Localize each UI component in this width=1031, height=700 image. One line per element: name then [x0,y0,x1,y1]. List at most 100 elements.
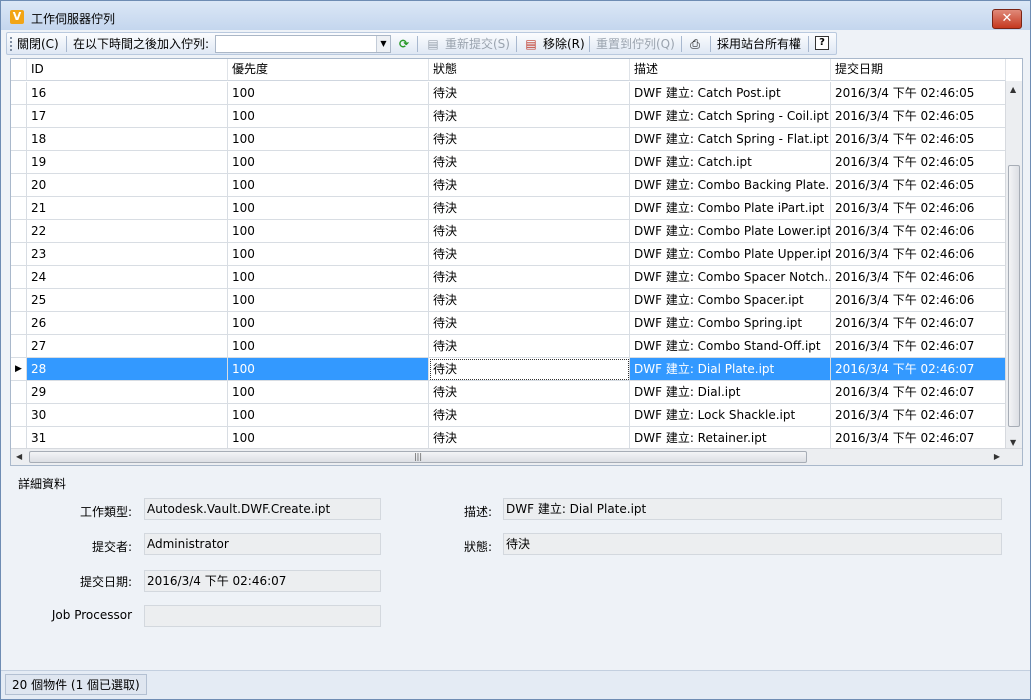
table-cell[interactable]: 待決 [429,151,630,174]
table-cell[interactable]: 待決 [429,105,630,128]
table-row[interactable]: 19 100 待決 DWF 建立: Catch.ipt 2016/3/4 下午 02:4… [11,151,1006,174]
table-row[interactable]: 20 100 待決 DWF 建立: Combo Backing Plate.... 20… [11,174,1006,197]
table-cell[interactable]: DWF 建立: Catch.ipt [630,151,831,174]
table-cell[interactable]: 20 [27,174,228,197]
table-cell[interactable]: 2016/3/4 下午 02:46:07 [831,381,1006,404]
table-row[interactable]: 26 100 待決 DWF 建立: Combo Spring.ipt 2016/3/4 … [11,312,1006,335]
table-row[interactable]: 30 100 待決 DWF 建立: Lock Shackle.ipt 2016/3/4 … [11,404,1006,427]
table-cell[interactable]: 2016/3/4 下午 02:46:07 [831,335,1006,358]
scroll-up-icon[interactable]: ▲ [1010,85,1016,94]
column-header-submit-date[interactable]: 提交日期 [831,59,1006,81]
table-cell[interactable]: 待決 [429,289,630,312]
table-cell[interactable]: DWF 建立: Lock Shackle.ipt [630,404,831,427]
table-cell[interactable]: DWF 建立: Catch Spring - Flat.ipt [630,128,831,151]
table-cell[interactable]: 100 [228,105,429,128]
row-header[interactable] [11,427,27,450]
table-cell[interactable]: DWF 建立: Combo Spacer Notch.... [630,266,831,289]
table-cell[interactable]: 2016/3/4 下午 02:46:06 [831,197,1006,220]
toolbar-grip[interactable] [10,37,13,51]
table-row[interactable]: ▶ 28 100 待決 DWF 建立: Dial Plate.ipt 2016/3/4 下… [11,358,1006,381]
table-row[interactable]: 29 100 待決 DWF 建立: Dial.ipt 2016/3/4 下午 02:46… [11,381,1006,404]
table-cell[interactable]: 26 [27,312,228,335]
table-cell[interactable]: DWF 建立: Combo Plate Lower.ipt [630,220,831,243]
table-cell[interactable]: 2016/3/4 下午 02:46:07 [831,427,1006,450]
column-header-priority[interactable]: 優先度 [228,59,429,81]
table-cell[interactable]: 2016/3/4 下午 02:46:05 [831,128,1006,151]
refresh-icon[interactable]: ⟳ [396,36,412,52]
table-cell[interactable]: 27 [27,335,228,358]
row-header[interactable] [11,335,27,358]
horizontal-scrollbar[interactable]: ◀ ||| ▶ [11,448,1022,465]
row-header[interactable] [11,128,27,151]
table-cell[interactable]: DWF 建立: Combo Stand-Off.ipt [630,335,831,358]
vertical-scrollbar[interactable]: ▲ ▼ [1005,81,1022,449]
row-header[interactable] [11,289,27,312]
table-cell[interactable]: 待決 [429,82,630,105]
table-cell[interactable]: 100 [228,358,429,381]
table-row[interactable]: 25 100 待決 DWF 建立: Combo Spacer.ipt 2016/3/4 … [11,289,1006,312]
table-cell[interactable]: 100 [228,266,429,289]
table-cell[interactable]: 待決 [429,312,630,335]
row-header[interactable] [11,220,27,243]
row-header[interactable] [11,174,27,197]
table-row[interactable]: 18 100 待決 DWF 建立: Catch Spring - Flat.ipt 20… [11,128,1006,151]
table-cell[interactable]: 30 [27,404,228,427]
table-row[interactable]: 22 100 待決 DWF 建立: Combo Plate Lower.ipt 2016… [11,220,1006,243]
table-cell[interactable]: 待決 [429,197,630,220]
row-header[interactable] [11,243,27,266]
table-cell[interactable]: 100 [228,243,429,266]
table-cell[interactable]: 2016/3/4 下午 02:46:05 [831,151,1006,174]
row-header[interactable] [11,197,27,220]
table-cell[interactable]: 2016/3/4 下午 02:46:07 [831,404,1006,427]
table-cell[interactable]: DWF 建立: Catch Spring - Coil.ipt [630,105,831,128]
close-button[interactable]: 關閉(C) [17,35,59,53]
table-cell[interactable]: 待決 [429,220,630,243]
table-cell[interactable]: 2016/3/4 下午 02:46:05 [831,174,1006,197]
table-cell[interactable]: 18 [27,128,228,151]
table-cell[interactable]: 17 [27,105,228,128]
table-cell[interactable]: DWF 建立: Combo Spacer.ipt [630,289,831,312]
scroll-left-icon[interactable]: ◀ [16,452,22,461]
table-cell[interactable]: 28 [27,358,228,381]
table-cell[interactable]: DWF 建立: Combo Backing Plate.... [630,174,831,197]
row-header[interactable] [11,404,27,427]
table-cell[interactable]: 23 [27,243,228,266]
table-cell[interactable]: 待決 [429,266,630,289]
row-header[interactable] [11,82,27,105]
table-cell[interactable]: 31 [27,427,228,450]
table-cell[interactable]: 2016/3/4 下午 02:46:06 [831,220,1006,243]
help-icon[interactable]: ? [815,36,829,50]
table-row[interactable]: 23 100 待決 DWF 建立: Combo Plate Upper.ipt 2016… [11,243,1006,266]
vertical-scroll-thumb[interactable] [1008,165,1020,427]
current-row-icon[interactable]: ▶ [11,358,27,381]
table-cell[interactable]: 2016/3/4 下午 02:46:05 [831,82,1006,105]
table-cell[interactable]: 100 [228,82,429,105]
table-cell[interactable]: DWF 建立: Combo Spring.ipt [630,312,831,335]
remove-button[interactable]: 移除(R) [543,35,585,53]
column-header-description[interactable]: 描述 [630,59,831,81]
table-cell[interactable]: 待決 [429,174,630,197]
table-cell[interactable]: DWF 建立: Combo Plate iPart.ipt [630,197,831,220]
table-cell[interactable]: 100 [228,427,429,450]
scroll-right-icon[interactable]: ▶ [994,452,1000,461]
row-header[interactable] [11,381,27,404]
table-cell[interactable]: 100 [228,404,429,427]
table-cell[interactable]: 2016/3/4 下午 02:46:06 [831,289,1006,312]
table-cell[interactable]: 待決 [429,358,630,381]
table-cell[interactable]: 2016/3/4 下午 02:46:06 [831,266,1006,289]
table-cell[interactable]: 22 [27,220,228,243]
table-row[interactable]: 31 100 待決 DWF 建立: Retainer.ipt 2016/3/4 下午 0… [11,427,1006,450]
table-cell[interactable]: 100 [228,220,429,243]
window-close-button[interactable]: ✕ [992,9,1022,29]
take-ownership-button[interactable]: 採用站台所有權 [717,35,801,53]
row-header[interactable] [11,151,27,174]
chevron-down-icon[interactable]: ▼ [376,36,390,52]
table-row[interactable]: 16 100 待決 DWF 建立: Catch Post.ipt 2016/3/4 下午… [11,82,1006,105]
table-cell[interactable]: 24 [27,266,228,289]
table-cell[interactable]: 2016/3/4 下午 02:46:07 [831,312,1006,335]
table-cell[interactable]: 待決 [429,404,630,427]
horizontal-scroll-thumb[interactable]: ||| [29,451,807,463]
row-header[interactable] [11,312,27,335]
table-cell[interactable]: DWF 建立: Combo Plate Upper.ipt [630,243,831,266]
table-cell[interactable]: 2016/3/4 下午 02:46:05 [831,105,1006,128]
